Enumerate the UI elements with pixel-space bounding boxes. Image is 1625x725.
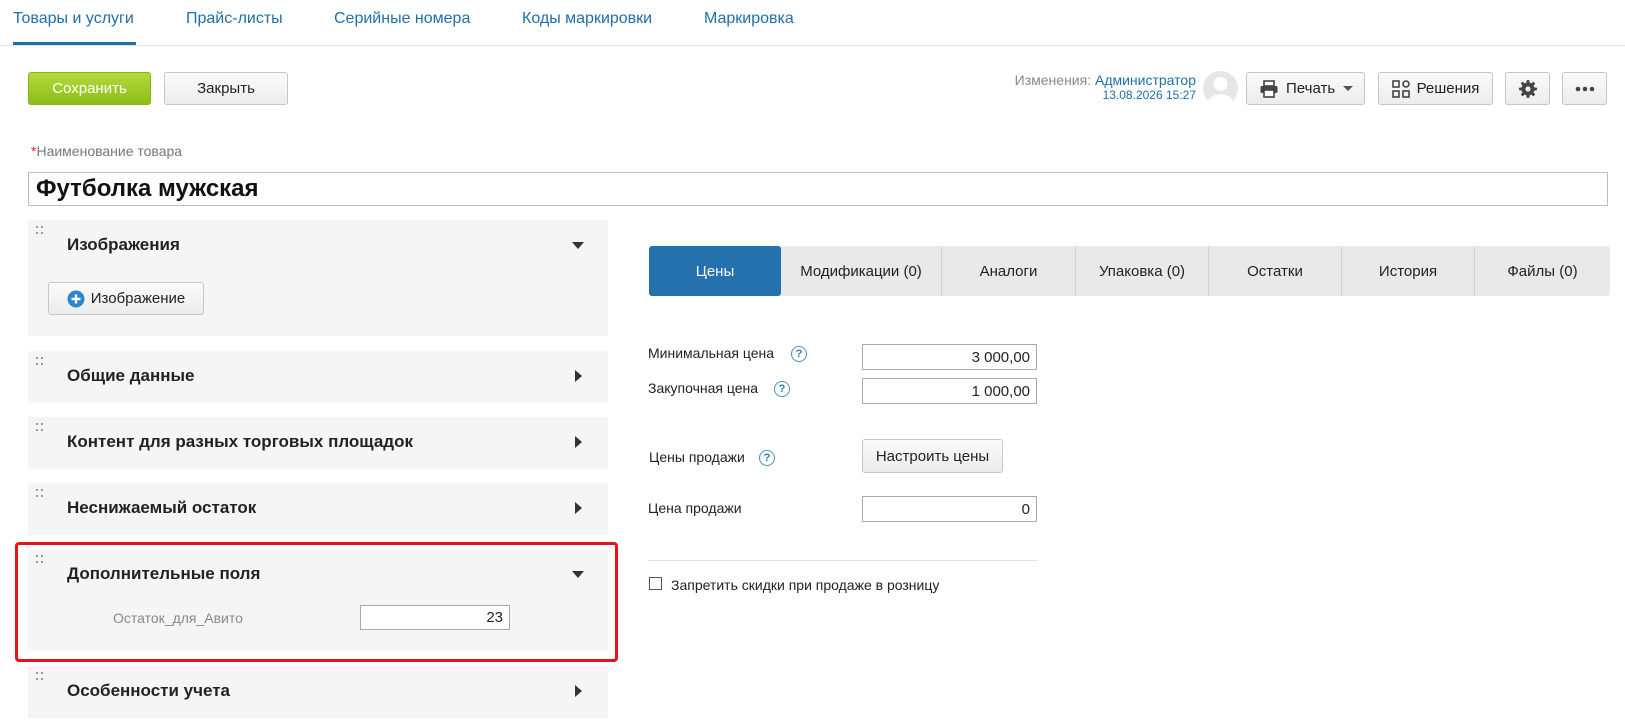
changes-label: Изменения: — [1014, 72, 1092, 88]
panel-content-title[interactable]: Контент для разных торговых площадок — [67, 432, 413, 452]
panel-general-title[interactable]: Общие данные — [67, 366, 194, 386]
nav-tab-serial-numbers[interactable]: Серийные номера — [334, 10, 470, 28]
panel-accounting[interactable]: Особенности учета — [28, 666, 608, 718]
product-name-label: Наименование товара — [36, 143, 183, 159]
grid-icon — [1391, 79, 1410, 98]
drag-handle-icon[interactable] — [36, 357, 43, 366]
purchase-price-input[interactable]: 1 000,00 — [862, 378, 1037, 404]
solutions-label: Решения — [1416, 80, 1480, 97]
tab-packaging[interactable]: Упаковка (0) — [1075, 246, 1208, 296]
product-name-label-row: *Наименование товара — [31, 143, 182, 159]
top-navigation: Товары и услуги Прайс-листы Серийные ном… — [0, 0, 1625, 46]
chevron-right-icon[interactable] — [575, 685, 582, 697]
drag-handle-icon[interactable] — [36, 489, 43, 498]
help-icon[interactable]: ? — [774, 381, 790, 397]
caret-down-icon — [1343, 86, 1354, 91]
chevron-right-icon[interactable] — [575, 436, 582, 448]
nav-tab-marking[interactable]: Маркировка — [704, 10, 794, 28]
tab-analogs[interactable]: Аналоги — [941, 246, 1075, 296]
nav-tab-marking-codes[interactable]: Коды маркировки — [522, 10, 652, 28]
changes-info: Изменения: Администратор 13.08.2026 15:2… — [960, 73, 1196, 103]
sale-price-input[interactable]: 0 — [862, 496, 1037, 522]
panel-accounting-title[interactable]: Особенности учета — [67, 681, 230, 701]
plus-circle-icon — [67, 290, 85, 307]
panel-images-title[interactable]: Изображения — [67, 235, 180, 255]
no-discount-label[interactable]: Запретить скидки при продаже в розницу — [671, 577, 939, 593]
min-price-label: Минимальная цена — [648, 345, 775, 361]
configure-prices-button[interactable]: Настроить цены — [862, 439, 1003, 473]
purchase-price-label: Закупочная цена — [648, 380, 759, 396]
solutions-button[interactable]: Решения — [1378, 72, 1493, 105]
more-button[interactable] — [1562, 72, 1607, 105]
nav-tab-price-lists[interactable]: Прайс-листы — [186, 10, 283, 28]
panel-general[interactable]: Общие данные — [28, 351, 608, 403]
panel-min-stock-title[interactable]: Неснижаемый остаток — [67, 498, 256, 518]
close-button[interactable]: Закрыть — [164, 72, 288, 105]
chevron-right-icon[interactable] — [575, 502, 582, 514]
changed-at: 13.08.2026 15:27 — [1102, 88, 1196, 102]
nav-tab-products[interactable]: Товары и услуги — [13, 10, 134, 28]
highlight-box — [15, 542, 618, 662]
chevron-down-icon[interactable] — [572, 242, 584, 249]
changed-by-link[interactable]: Администратор — [1095, 72, 1196, 88]
tab-modifications[interactable]: Модификации (0) — [781, 246, 941, 296]
help-icon[interactable]: ? — [759, 450, 775, 466]
details-tabbar: Цены Модификации (0) Аналоги Упаковка (0… — [649, 246, 1610, 296]
add-image-label: Изображение — [90, 290, 186, 307]
tab-prices[interactable]: Цены — [649, 246, 781, 296]
product-name-input[interactable]: Футболка мужская — [28, 172, 1608, 206]
tab-history[interactable]: История — [1341, 246, 1474, 296]
tab-files[interactable]: Файлы (0) — [1474, 246, 1610, 296]
user-silhouette-icon — [1207, 77, 1234, 106]
help-icon[interactable]: ? — [791, 346, 807, 362]
tab-stock[interactable]: Остатки — [1208, 246, 1341, 296]
avatar[interactable] — [1203, 71, 1238, 106]
min-price-input[interactable]: 3 000,00 — [862, 344, 1037, 370]
checkbox-icon[interactable] — [649, 577, 662, 590]
drag-handle-icon[interactable] — [36, 226, 43, 235]
chevron-right-icon[interactable] — [575, 370, 582, 382]
printer-icon — [1260, 79, 1278, 98]
sale-price-label: Цена продажи — [648, 500, 742, 516]
save-button[interactable]: Сохранить — [28, 72, 151, 105]
panel-content[interactable]: Контент для разных торговых площадок — [28, 417, 608, 469]
panel-images: Изображения Изображение — [28, 220, 608, 336]
sale-prices-label: Цены продажи — [649, 449, 745, 465]
active-tab-underline — [13, 42, 136, 45]
panel-min-stock[interactable]: Неснижаемый остаток — [28, 483, 608, 535]
settings-button[interactable] — [1505, 72, 1550, 105]
drag-handle-icon[interactable] — [36, 423, 43, 432]
print-label: Печать — [1286, 80, 1336, 97]
more-icon — [1575, 86, 1594, 91]
divider — [648, 560, 1038, 561]
drag-handle-icon[interactable] — [36, 672, 43, 681]
gear-icon — [1518, 79, 1537, 98]
add-image-button[interactable]: Изображение — [48, 282, 204, 315]
print-button[interactable]: Печать — [1246, 72, 1365, 105]
